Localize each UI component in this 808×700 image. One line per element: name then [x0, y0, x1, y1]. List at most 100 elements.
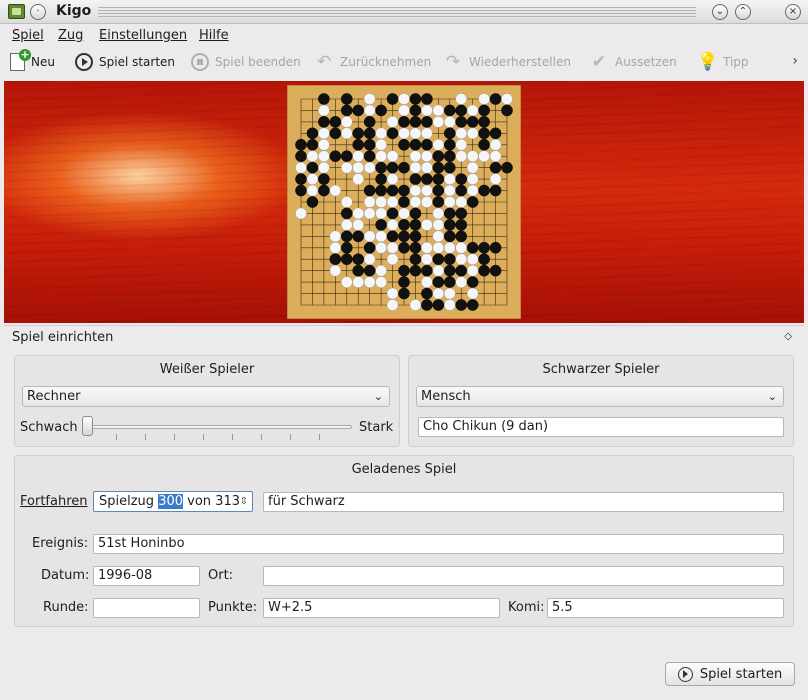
white-stone: [318, 104, 330, 117]
place-label: Ort:: [208, 568, 234, 583]
move-number-selected: 300: [158, 494, 184, 509]
black-stone: [455, 173, 468, 185]
white-stone: [375, 150, 387, 163]
white-stone: [455, 93, 468, 105]
white-stone: [375, 276, 387, 288]
redo-icon: ↷: [445, 52, 461, 72]
start-game-toolbar-button[interactable]: Spiel starten: [75, 51, 175, 73]
black-stone: [409, 207, 422, 220]
white-stone: [318, 150, 330, 163]
white-stone: [466, 127, 479, 140]
white-stone: [352, 150, 365, 163]
black-stone: [455, 264, 468, 277]
redo-button[interactable]: ↷ Wiederherstellen: [443, 51, 571, 73]
black-stone: [409, 230, 422, 243]
black-player-name-field[interactable]: Cho Chikun (9 dan): [418, 417, 784, 437]
strength-slider-handle[interactable]: [82, 416, 93, 436]
black-stone: [363, 150, 376, 163]
black-stone: [421, 173, 433, 185]
new-game-button[interactable]: + Neu: [10, 49, 55, 73]
maximize-icon[interactable]: ⌃: [735, 4, 751, 20]
menu-spiel[interactable]: Spiel: [12, 28, 44, 43]
window-menu-icon[interactable]: ·: [30, 4, 46, 20]
black-stone: [409, 104, 422, 117]
white-stone: [329, 184, 342, 197]
end-game-button[interactable]: Spiel beenden: [191, 51, 301, 73]
new-game-label: Neu: [31, 55, 55, 69]
white-stone: [363, 196, 376, 208]
black-stone: [398, 287, 410, 300]
komi-field[interactable]: 5.5: [547, 598, 784, 618]
undo-button[interactable]: ↶ Zurücknehmen: [314, 51, 431, 73]
weak-label: Schwach: [20, 420, 78, 435]
white-stone: [466, 287, 479, 300]
black-stone: [409, 138, 422, 151]
black-stone: [443, 253, 456, 266]
kigo-app-icon: [8, 4, 25, 19]
white-stone: [478, 93, 490, 105]
black-stone: [501, 104, 513, 117]
black-stone: [340, 104, 353, 117]
white-stone: [375, 127, 387, 140]
strength-slider-track[interactable]: [88, 425, 352, 429]
black-stone: [329, 127, 342, 140]
collapse-icon[interactable]: ◇: [784, 331, 792, 342]
white-stone: [340, 219, 353, 231]
black-stone: [478, 104, 490, 117]
minimize-icon[interactable]: ⌄: [712, 4, 728, 20]
round-field[interactable]: [93, 598, 200, 618]
black-stone: [443, 161, 456, 174]
black-stone: [478, 264, 490, 277]
black-stone: [421, 93, 433, 105]
score-field[interactable]: W+2.5: [263, 598, 500, 618]
white-stone: [318, 138, 330, 151]
white-stone: [375, 264, 387, 277]
komi-label: Komi:: [508, 600, 545, 615]
black-stone: [375, 161, 387, 174]
black-player-type-select[interactable]: Mensch ⌄: [416, 386, 784, 407]
black-stone: [432, 173, 445, 185]
black-stone: [375, 219, 387, 231]
white-stone: [432, 287, 445, 300]
spin-arrows-icon[interactable]: ⇳: [240, 492, 248, 511]
event-field[interactable]: 51st Honinbo: [93, 534, 784, 554]
white-stone: [432, 207, 445, 220]
white-stone: [329, 264, 342, 277]
menu-einstellungen[interactable]: Einstellungen: [99, 28, 187, 43]
black-stone: [443, 207, 456, 220]
white-stone: [489, 173, 502, 185]
white-stone: [363, 104, 376, 117]
menu-zug[interactable]: Zug: [58, 28, 83, 43]
black-stone: [443, 104, 456, 117]
stop-icon: [191, 53, 209, 71]
move-spinbox[interactable]: Spielzug 300 von 313 ⇳: [93, 491, 253, 512]
black-stone: [501, 161, 513, 174]
white-stone: [363, 276, 376, 288]
place-field[interactable]: [263, 566, 784, 586]
date-field[interactable]: 1996-08: [93, 566, 200, 586]
pass-button[interactable]: ✔ Aussetzen: [589, 51, 677, 73]
menu-hilfe[interactable]: Hilfe: [199, 28, 229, 43]
title-bar: · Kigo ⌄ ⌃ ×: [0, 0, 808, 24]
black-stone: [455, 184, 468, 197]
white-stone: [421, 150, 433, 163]
black-stone: [352, 138, 365, 151]
close-icon[interactable]: ×: [785, 4, 801, 20]
white-stone: [375, 196, 387, 208]
checkmark-icon: ✔: [591, 52, 607, 72]
go-board[interactable]: [287, 85, 521, 319]
start-game-button[interactable]: Spiel starten: [665, 662, 795, 686]
black-stone: [443, 230, 456, 243]
white-stone: [340, 116, 353, 128]
black-stone: [386, 184, 399, 197]
black-stone: [409, 264, 422, 277]
white-stone: [318, 161, 330, 174]
white-stone: [386, 287, 399, 300]
toolbar-overflow-icon[interactable]: ›: [792, 53, 798, 69]
black-stone: [489, 93, 502, 105]
black-stone: [398, 196, 410, 208]
black-stone: [478, 138, 490, 151]
white-player-type-select[interactable]: Rechner ⌄: [22, 386, 390, 407]
black-stone: [340, 150, 353, 163]
hint-button[interactable]: 💡 Tipp: [697, 51, 749, 73]
